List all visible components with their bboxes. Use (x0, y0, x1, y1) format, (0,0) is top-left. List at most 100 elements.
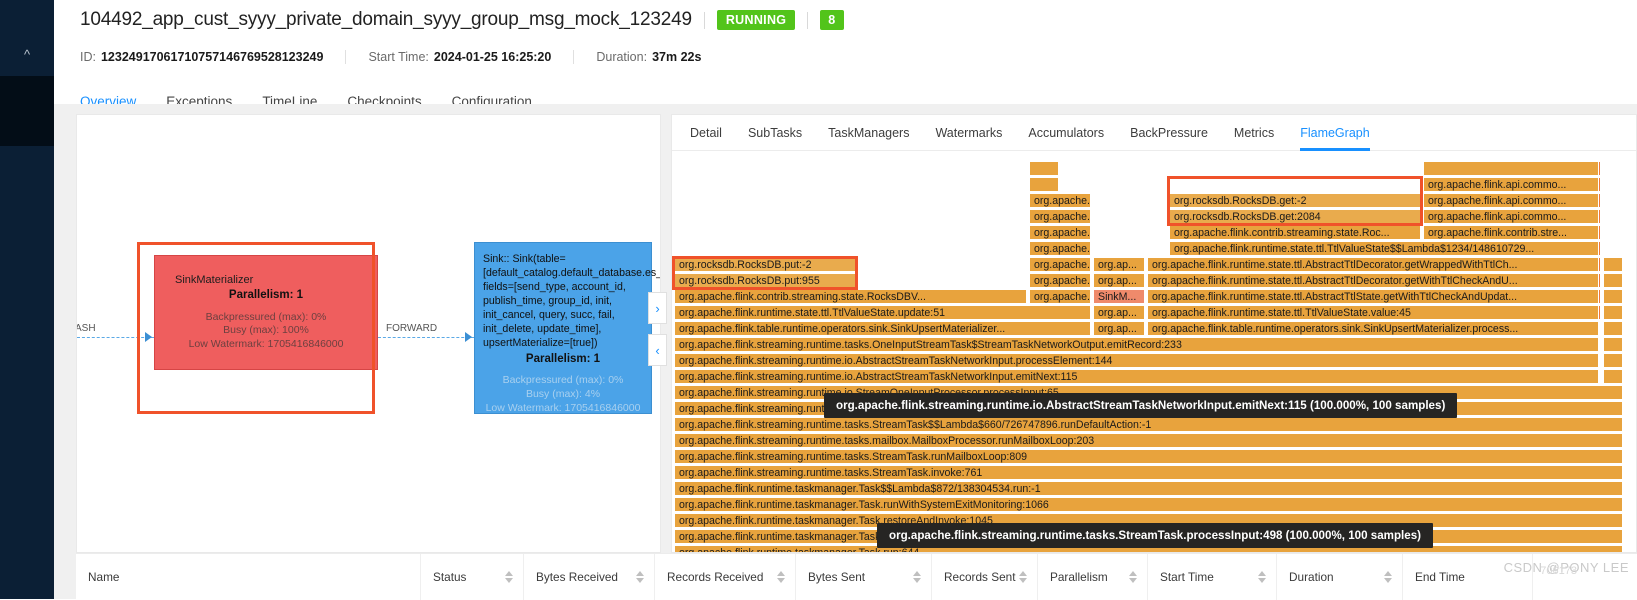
flame-frame[interactable]: org.rocksdb.RocksDB.get:2084 (1169, 209, 1421, 224)
subtab-detail[interactable]: Detail (690, 115, 722, 151)
flame-frame[interactable]: org.apache.... (1029, 193, 1091, 208)
flame-frame[interactable]: org.apache.flink.runtime.state.ttl.TtlVa… (1169, 241, 1599, 256)
node-sink[interactable]: Sink:: Sink(table=[default_catalog.defau… (474, 242, 660, 414)
table-header-cell[interactable]: Bytes Received (524, 554, 655, 600)
flame-frame[interactable]: org.apache.flink.runtime.state.ttl.TtlVa… (1147, 305, 1599, 320)
subtab-flamegraph[interactable]: FlameGraph (1300, 115, 1371, 151)
flame-frame[interactable] (1603, 289, 1623, 304)
flame-frame[interactable]: org.apache.flink.contrib.streaming.state… (1169, 225, 1421, 240)
graph-next-button[interactable]: › (648, 292, 667, 324)
sort-toggle-icon[interactable] (1384, 571, 1392, 583)
flame-frame[interactable]: org.apache.flink.streaming.runtime.io.Ab… (674, 369, 1599, 384)
job-id-value: 12324917061710757146769528123249 (100, 50, 324, 64)
flame-frame[interactable]: org.apache.flink.table.runtime.operators… (674, 321, 1091, 336)
subtab-accumulators[interactable]: Accumulators (1028, 115, 1104, 151)
flame-frame[interactable]: org.apache.flink.runtime.state.ttl.Abstr… (1147, 273, 1599, 288)
collapse-chevron-icon[interactable]: ^ (0, 44, 54, 66)
graph-prev-button[interactable]: ‹ (648, 334, 667, 366)
flame-frame[interactable]: org.apache.flink.streaming.runtime.tasks… (674, 337, 1599, 352)
page-title: 104492_app_cust_syyy_private_domain_syyy… (80, 9, 692, 30)
sort-toggle-icon[interactable] (1019, 571, 1027, 583)
table-header-cell[interactable]: Name (76, 554, 421, 600)
subtab-subtasks[interactable]: SubTasks (748, 115, 802, 151)
sort-toggle-icon[interactable] (913, 571, 921, 583)
sort-toggle-icon[interactable] (1258, 571, 1266, 583)
table-header-label: Records Sent (944, 570, 1016, 584)
flame-frame[interactable]: org.apache.fli... (1029, 257, 1091, 272)
flame-frame[interactable]: org.ap... (1093, 305, 1145, 320)
table-header-cell[interactable]: Bytes Sent (796, 554, 932, 600)
flame-frame[interactable]: org.apache.... (1029, 209, 1091, 224)
job-graph-panel[interactable]: ASH SinkMaterializer Parallelism: 1 Back… (76, 114, 661, 553)
node-selection-highlight (137, 242, 375, 414)
sort-toggle-icon[interactable] (1129, 571, 1137, 583)
flame-frame[interactable]: org.apache.flink.contrib.stre... (1423, 225, 1599, 240)
flame-frame[interactable]: org.apache.... (1029, 241, 1091, 256)
title-divider (703, 11, 705, 29)
table-header-cell[interactable]: End Time (1403, 554, 1533, 600)
flame-frame[interactable] (1603, 257, 1623, 272)
flame-frame[interactable]: org.ap... (1093, 273, 1145, 288)
flame-frame[interactable]: org.apache.flink.api.commo... (1423, 209, 1599, 224)
flame-frame[interactable]: org.apache.flink.table.runtime.operators… (1147, 321, 1599, 336)
flame-frame[interactable]: org.rocksdb.RocksDB.put:955 (674, 273, 856, 288)
table-header-cell[interactable]: Status (421, 554, 524, 600)
flame-frame[interactable] (1603, 305, 1623, 320)
subtab-taskmanagers[interactable]: TaskManagers (828, 115, 909, 151)
flame-frame[interactable]: org.apache.flink.runtime.taskmanager.Tas… (674, 481, 1623, 496)
start-time-value: 2024-01-25 16:25:20 (433, 50, 552, 64)
table-header-label: Parallelism (1050, 570, 1108, 584)
flame-frame[interactable] (1029, 161, 1059, 176)
flame-frame[interactable] (1603, 337, 1623, 352)
flame-frame[interactable]: org.apache.flink.runtime.state.ttl.Abstr… (1147, 289, 1599, 304)
flame-frame[interactable]: org.apache.flink.api.commo... (1423, 193, 1599, 208)
table-header-cell[interactable]: Parallelism (1038, 554, 1148, 600)
table-header-cell[interactable]: Records Sent (932, 554, 1038, 600)
flame-frame[interactable] (1603, 321, 1623, 336)
flame-frame[interactable]: org.apache.flink.runtime.taskmanager.Tas… (674, 497, 1623, 512)
sort-toggle-icon[interactable] (777, 571, 785, 583)
flamegraph-canvas[interactable]: java.lang.Thread.run:748org.apache.flink… (672, 151, 1636, 552)
flame-frame[interactable] (1603, 273, 1623, 288)
sort-toggle-icon[interactable] (505, 571, 513, 583)
meta-divider-1 (345, 50, 347, 64)
subtab-watermarks[interactable]: Watermarks (935, 115, 1002, 151)
flame-frame[interactable]: org.rocksdb.RocksDB.get:-2 (1169, 193, 1421, 208)
table-header-label: Bytes Sent (808, 570, 866, 584)
table-header-row: Name Status Bytes Received Records Received… (76, 554, 1637, 600)
edge-right-label: FORWARD (386, 323, 438, 334)
flame-frame[interactable]: org.ap... (1093, 257, 1145, 272)
flame-tooltip-emitnext: org.apache.flink.streaming.runtime.io.Ab… (824, 393, 1458, 418)
sort-toggle-icon[interactable] (636, 571, 644, 583)
flame-frame[interactable] (1603, 369, 1623, 384)
flame-frame[interactable]: org.apache.flink.streaming.runtime.tasks… (674, 433, 1623, 448)
table-header-label: Name (88, 570, 120, 584)
flame-frame[interactable]: org.apache.flink.runtime.state.ttl.TtlVa… (674, 305, 1091, 320)
flame-frame[interactable]: org.rocksdb.RocksDB.put:-2 (674, 257, 856, 272)
flame-frame[interactable]: org.apache.flink.streaming.runtime.tasks… (674, 417, 1623, 432)
flame-frame[interactable]: org.apache.flink.runtime.state.ttl.Abstr… (1147, 257, 1599, 272)
flame-frame[interactable]: org.apache.fli... (1029, 273, 1091, 288)
flame-frame[interactable]: org.apache.... (1029, 225, 1091, 240)
flame-frame[interactable]: org.apache.flink.streaming.runtime.io.Ab… (674, 353, 1599, 368)
flame-frame[interactable] (1029, 177, 1059, 192)
flame-frame[interactable]: org.ap... (1093, 321, 1145, 336)
duration-label: Duration: (596, 50, 648, 64)
flame-frame[interactable] (1603, 353, 1623, 368)
job-title-row: 104492_app_cust_syyy_private_domain_syyy… (80, 0, 1637, 38)
subtab-backpressure[interactable]: BackPressure (1130, 115, 1208, 151)
flame-frame[interactable]: org.apache.flink.contrib.streaming.state… (674, 289, 1027, 304)
flame-frame[interactable] (1423, 161, 1599, 176)
flame-frame[interactable]: org.apache.flink.streaming.runtime.tasks… (674, 449, 1623, 464)
flame-frame[interactable]: org.apache.flink.api.commo... (1423, 177, 1599, 192)
table-header-label: End Time (1415, 570, 1465, 584)
flame-frame[interactable]: SinkM... (1093, 289, 1145, 304)
table-header-cell[interactable]: Records Received (655, 554, 796, 600)
table-header-cell[interactable]: Start Time (1148, 554, 1277, 600)
table-header-cell[interactable]: Duration (1277, 554, 1403, 600)
subtab-metrics[interactable]: Metrics (1234, 115, 1274, 151)
flame-frame[interactable]: org.apache.fli... (1029, 289, 1091, 304)
flame-frame[interactable]: org.apache.flink.streaming.runtime.tasks… (674, 465, 1623, 480)
node-backpressured: Backpressured (max): 0% (502, 373, 624, 386)
job-header: 104492_app_cust_syyy_private_domain_syyy… (54, 0, 1637, 70)
